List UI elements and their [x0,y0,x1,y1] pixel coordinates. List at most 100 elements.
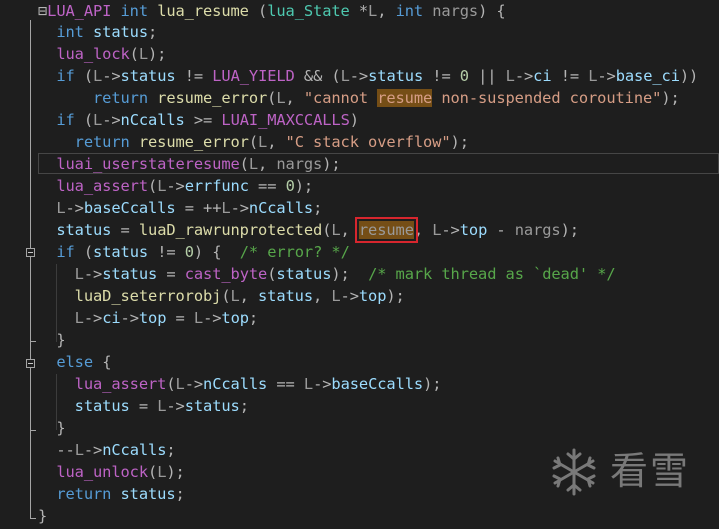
code-token: = [120,221,130,239]
code-line[interactable]: --L->nCcalls; [38,439,175,461]
code-token: L [175,375,185,393]
code-token: return [74,133,130,151]
fold-end-marker [30,518,36,519]
code-token: status [258,287,314,305]
code-token: nCcalls [203,375,268,393]
code-token: ) { [478,2,506,20]
code-token: ); [331,265,350,283]
code-token: ( [83,111,94,129]
code-line[interactable]: L->baseCcalls = ++L->nCcalls; [38,197,322,219]
code-line[interactable]: lua_unlock(L); [38,461,184,483]
code-token: -> [166,177,185,195]
code-token: -> [83,441,103,459]
code-line[interactable]: lua_assert(L->errfunc == 0); [38,175,313,197]
code-token: nargs [514,221,561,239]
code-token: L [303,375,314,393]
code-line[interactable]: L->ci->top = L->top; [38,307,259,329]
code-line[interactable]: } [38,417,65,439]
code-line[interactable]: int status; [38,21,157,43]
code-token: = [138,397,149,415]
code-token: L [432,221,442,239]
code-token: lua_assert [74,375,167,393]
code-token: ; [148,23,158,41]
fold-end-marker [30,341,36,342]
code-token: status [120,67,176,85]
code-line[interactable]: status = luaD_rawrunprotected(L, resume,… [38,217,579,243]
code-line[interactable]: return resume_error(L, "cannot resume no… [38,87,680,109]
code-token: L [258,133,268,151]
code-line[interactable]: luai_userstateresume(L, nargs); [38,153,341,175]
code-token: , [267,133,286,151]
code-token: nargs [276,155,323,173]
code-line[interactable]: luaD_seterrorobj(L, status, L->top); [38,285,405,307]
code-line[interactable]: if (status != 0) { /* error? */ [38,241,350,263]
fold-toggle-else[interactable] [26,359,35,368]
code-line[interactable]: lua_lock(L); [38,43,166,65]
editor-gutter [0,0,38,529]
code-token: != [560,67,580,85]
code-token: -> [313,375,332,393]
code-token: ); [450,133,469,151]
code-token: LUA_API [47,2,112,20]
code-token: ( [83,243,94,261]
code-line[interactable]: if (L->nCcalls >= LUAI_MAXCCALLS) [38,109,359,131]
code-editor[interactable]: ⊟LUA_API int lua_resume (lua_State *L, i… [0,0,719,529]
code-token: -> [340,287,359,305]
code-token: >= [193,111,213,129]
code-token: nCcalls [102,441,167,459]
code-line[interactable]: return status; [38,483,184,505]
code-token: L [138,45,149,63]
code-token: ); [322,155,341,173]
code-line[interactable]: ⊟LUA_API int lua_resume (lua_State *L, i… [38,0,506,22]
code-line[interactable]: lua_assert(L->nCcalls == L->baseCcalls); [38,373,442,395]
code-token: == [276,375,295,393]
code-token: /* mark thread as `dead' */ [368,265,616,283]
code-line[interactable]: return resume_error(L, "C stack overflow… [38,131,469,153]
code-token: ); [386,287,405,305]
code-token: , [413,221,433,239]
code-token: ( [148,177,158,195]
code-token: luaD_seterrorobj [74,287,222,305]
code-line[interactable]: status = L->status; [38,395,249,417]
code-token: L [93,67,103,85]
code-token: nCcalls [120,111,185,129]
code-token: ); [423,375,442,393]
code-token: 0 [459,67,469,85]
code-token: resume_error [157,89,268,107]
code-line[interactable]: if (L->status != LUA_YIELD && (L->status… [38,65,698,87]
code-line[interactable]: } [38,505,47,527]
code-token: int [120,2,149,20]
code-token: ( [248,133,259,151]
code-line[interactable]: L->status = cast_byte(status); /* mark t… [38,263,616,285]
code-token: L [74,441,84,459]
code-token: ) [349,111,359,129]
fold-toggle-if[interactable] [26,248,35,257]
code-token: ; [239,397,249,415]
code-token: , [258,155,277,173]
code-token: ++ [203,199,222,217]
kanxue-watermark: 看雪 [548,444,698,500]
code-line[interactable]: } [38,329,65,351]
code-line[interactable]: else { [38,351,111,373]
snowflake-icon [552,448,596,496]
code-token: ); [661,89,680,107]
code-token: status [120,485,176,503]
code-token: ); [148,45,167,63]
